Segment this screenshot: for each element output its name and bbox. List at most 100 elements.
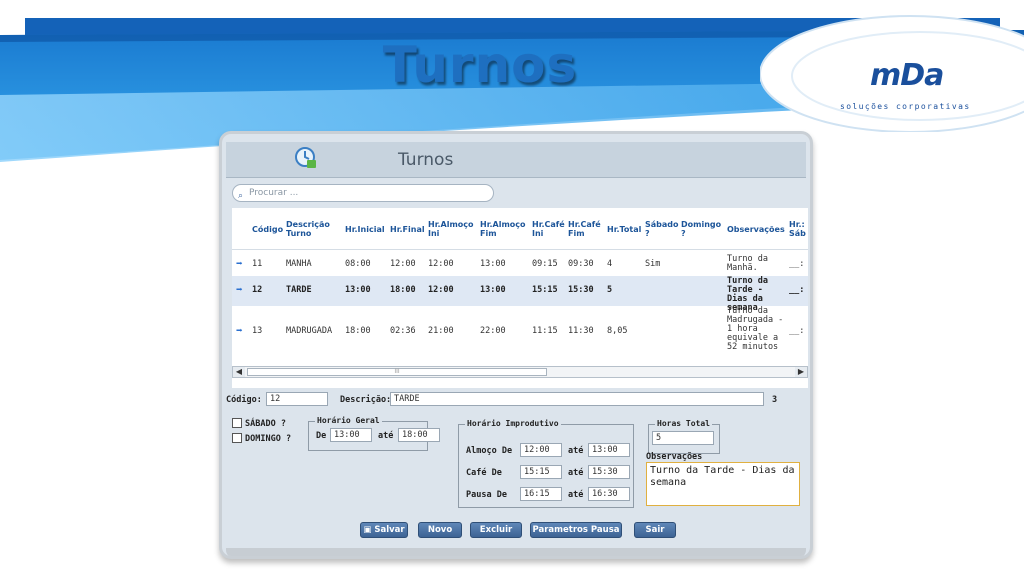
cell-descricao: TARDE bbox=[286, 285, 312, 295]
cell-descricao: MANHA bbox=[286, 259, 312, 269]
cell-observacoes: Turno da Manhã. bbox=[727, 254, 768, 273]
col-descricao[interactable]: Descrição Turno bbox=[286, 220, 336, 238]
cell-cafe-ini: 09:15 bbox=[532, 259, 558, 269]
cafe-label: Café De bbox=[466, 468, 502, 478]
col-hr-almoco-fim[interactable]: Hr.Almoço Fim bbox=[480, 220, 532, 238]
cell-extra: __: bbox=[789, 285, 805, 295]
sair-button[interactable]: Sair bbox=[634, 522, 676, 538]
cell-hr-inicial: 08:00 bbox=[345, 259, 371, 269]
col-hr-cafe-fim[interactable]: Hr.Café Fim bbox=[568, 220, 604, 238]
table-row[interactable]: ➡ 11 MANHA 08:00 12:00 12:00 13:00 09:15… bbox=[232, 254, 808, 276]
horario-improdutivo-legend: Horário Improdutivo bbox=[465, 419, 561, 428]
search-icon: ⌕ bbox=[238, 191, 244, 201]
table-header: Código Descrição Turno Hr.Inicial Hr.Fin… bbox=[232, 208, 808, 250]
cell-codigo: 13 bbox=[252, 326, 263, 336]
cell-cafe-fim: 15:30 bbox=[568, 285, 594, 295]
col-sabado[interactable]: Sábado ? bbox=[645, 220, 683, 238]
company-tagline: soluções corporativas bbox=[840, 102, 971, 111]
col-codigo[interactable]: Código bbox=[252, 225, 283, 234]
cell-alm-fim: 22:00 bbox=[480, 326, 506, 336]
arrow-right-icon: ➡ bbox=[236, 324, 243, 337]
table-row-selected[interactable]: ➡ 12 TARDE 13:00 18:00 12:00 13:00 15:15… bbox=[232, 276, 808, 313]
sabado-checkbox[interactable] bbox=[232, 418, 242, 428]
observacoes-textarea[interactable]: Turno da Tarde - Dias da semana bbox=[646, 462, 800, 506]
col-hr-sab[interactable]: Hr.: Sáb bbox=[789, 220, 808, 238]
cell-extra: __: bbox=[789, 326, 805, 336]
window-header: Turnos bbox=[226, 142, 806, 178]
ate-label: até bbox=[378, 431, 394, 441]
cell-alm-ini: 21:00 bbox=[428, 326, 454, 336]
slide: Turnos mDa soluções corporativas Turnos … bbox=[0, 0, 1024, 576]
cell-total: 4 bbox=[607, 259, 613, 269]
cell-cafe-fim: 09:30 bbox=[568, 259, 594, 269]
turnos-table: Código Descrição Turno Hr.Inicial Hr.Fin… bbox=[232, 208, 808, 388]
app-window: Turnos ⌕ Procurar ... Código Descrição T… bbox=[219, 131, 813, 559]
col-hr-total[interactable]: Hr.Total bbox=[607, 225, 641, 234]
horario-ate-field[interactable]: 18:00 bbox=[398, 428, 440, 442]
horas-total-field[interactable]: 5 bbox=[652, 431, 714, 445]
excluir-button[interactable]: Excluir bbox=[470, 522, 522, 538]
scroll-left-icon[interactable]: ◀ bbox=[233, 367, 245, 377]
pausa-ate-field[interactable]: 16:30 bbox=[588, 487, 630, 501]
window-title: Turnos bbox=[398, 150, 454, 170]
almoco-de-field[interactable]: 12:00 bbox=[520, 443, 562, 457]
sabado-label: SÁBADO ? bbox=[245, 419, 286, 429]
horario-geral-legend: Horário Geral bbox=[315, 416, 382, 425]
horario-de-field[interactable]: 13:00 bbox=[330, 428, 372, 442]
domingo-checkbox[interactable] bbox=[232, 433, 242, 443]
col-observacoes[interactable]: Observações bbox=[727, 225, 785, 234]
ate-label: até bbox=[568, 446, 584, 456]
cafe-de-field[interactable]: 15:15 bbox=[520, 465, 562, 479]
cell-hr-final: 12:00 bbox=[390, 259, 416, 269]
descricao-label: Descrição: bbox=[340, 395, 392, 405]
cell-cafe-ini: 15:15 bbox=[532, 285, 558, 295]
cell-hr-inicial: 18:00 bbox=[345, 326, 371, 336]
pausa-label: Pausa De bbox=[466, 490, 507, 500]
scroll-thumb[interactable]: III bbox=[247, 368, 547, 376]
novo-button[interactable]: Novo bbox=[418, 522, 462, 538]
cell-cafe-fim: 11:30 bbox=[568, 326, 594, 336]
col-domingo[interactable]: Domingo ? bbox=[681, 220, 727, 238]
codigo-field[interactable]: 12 bbox=[266, 392, 328, 406]
almoco-ate-field[interactable]: 13:00 bbox=[588, 443, 630, 457]
observacoes-label: Observações bbox=[646, 452, 703, 462]
cafe-ate-field[interactable]: 15:30 bbox=[588, 465, 630, 479]
horizontal-scrollbar[interactable]: ◀ III ▶ bbox=[232, 366, 808, 378]
col-hr-cafe-ini[interactable]: Hr.Café Ini bbox=[532, 220, 568, 238]
parametros-pausa-button[interactable]: Parametros Pausa bbox=[530, 522, 622, 538]
salvar-label: Salvar bbox=[374, 525, 405, 535]
company-logo: mDa bbox=[870, 58, 944, 93]
cell-alm-ini: 12:00 bbox=[428, 285, 454, 295]
domingo-label: DOMINGO ? bbox=[245, 434, 292, 444]
pausa-de-field[interactable]: 16:15 bbox=[520, 487, 562, 501]
cell-alm-fim: 13:00 bbox=[480, 285, 506, 295]
search-input[interactable]: ⌕ Procurar ... bbox=[232, 184, 494, 202]
arrow-right-icon: ➡ bbox=[236, 283, 243, 296]
col-hr-final[interactable]: Hr.Final bbox=[390, 225, 425, 234]
char-count: 3 bbox=[772, 395, 778, 405]
codigo-label: Código: bbox=[226, 395, 262, 405]
cell-alm-ini: 12:00 bbox=[428, 259, 454, 269]
cell-cafe-ini: 11:15 bbox=[532, 326, 558, 336]
save-icon: ▣ bbox=[363, 525, 375, 535]
ate-label: até bbox=[568, 468, 584, 478]
salvar-button[interactable]: ▣ Salvar bbox=[360, 522, 408, 538]
cell-hr-final: 02:36 bbox=[390, 326, 416, 336]
cell-hr-inicial: 13:00 bbox=[345, 285, 371, 295]
de-label: De bbox=[316, 431, 327, 441]
horas-total-legend: Horas Total bbox=[655, 419, 712, 428]
cell-hr-final: 18:00 bbox=[390, 285, 416, 295]
almoco-label: Almoço De bbox=[466, 446, 513, 456]
ate-label: até bbox=[568, 490, 584, 500]
arrow-right-icon: ➡ bbox=[236, 257, 243, 270]
cell-total: 8,05 bbox=[607, 326, 628, 336]
cell-alm-fim: 13:00 bbox=[480, 259, 506, 269]
clock-icon bbox=[295, 147, 316, 168]
cell-codigo: 11 bbox=[252, 259, 263, 269]
col-hr-almoco-ini[interactable]: Hr.Almoço Ini bbox=[428, 220, 474, 238]
descricao-field[interactable]: TARDE bbox=[390, 392, 764, 406]
cell-descricao: MADRUGADA bbox=[286, 326, 333, 336]
table-row[interactable]: ➡ 13 MADRUGADA 18:00 02:36 21:00 22:00 1… bbox=[232, 306, 808, 356]
col-hr-inicial[interactable]: Hr.Inicial bbox=[345, 225, 385, 234]
scroll-right-icon[interactable]: ▶ bbox=[795, 367, 807, 377]
